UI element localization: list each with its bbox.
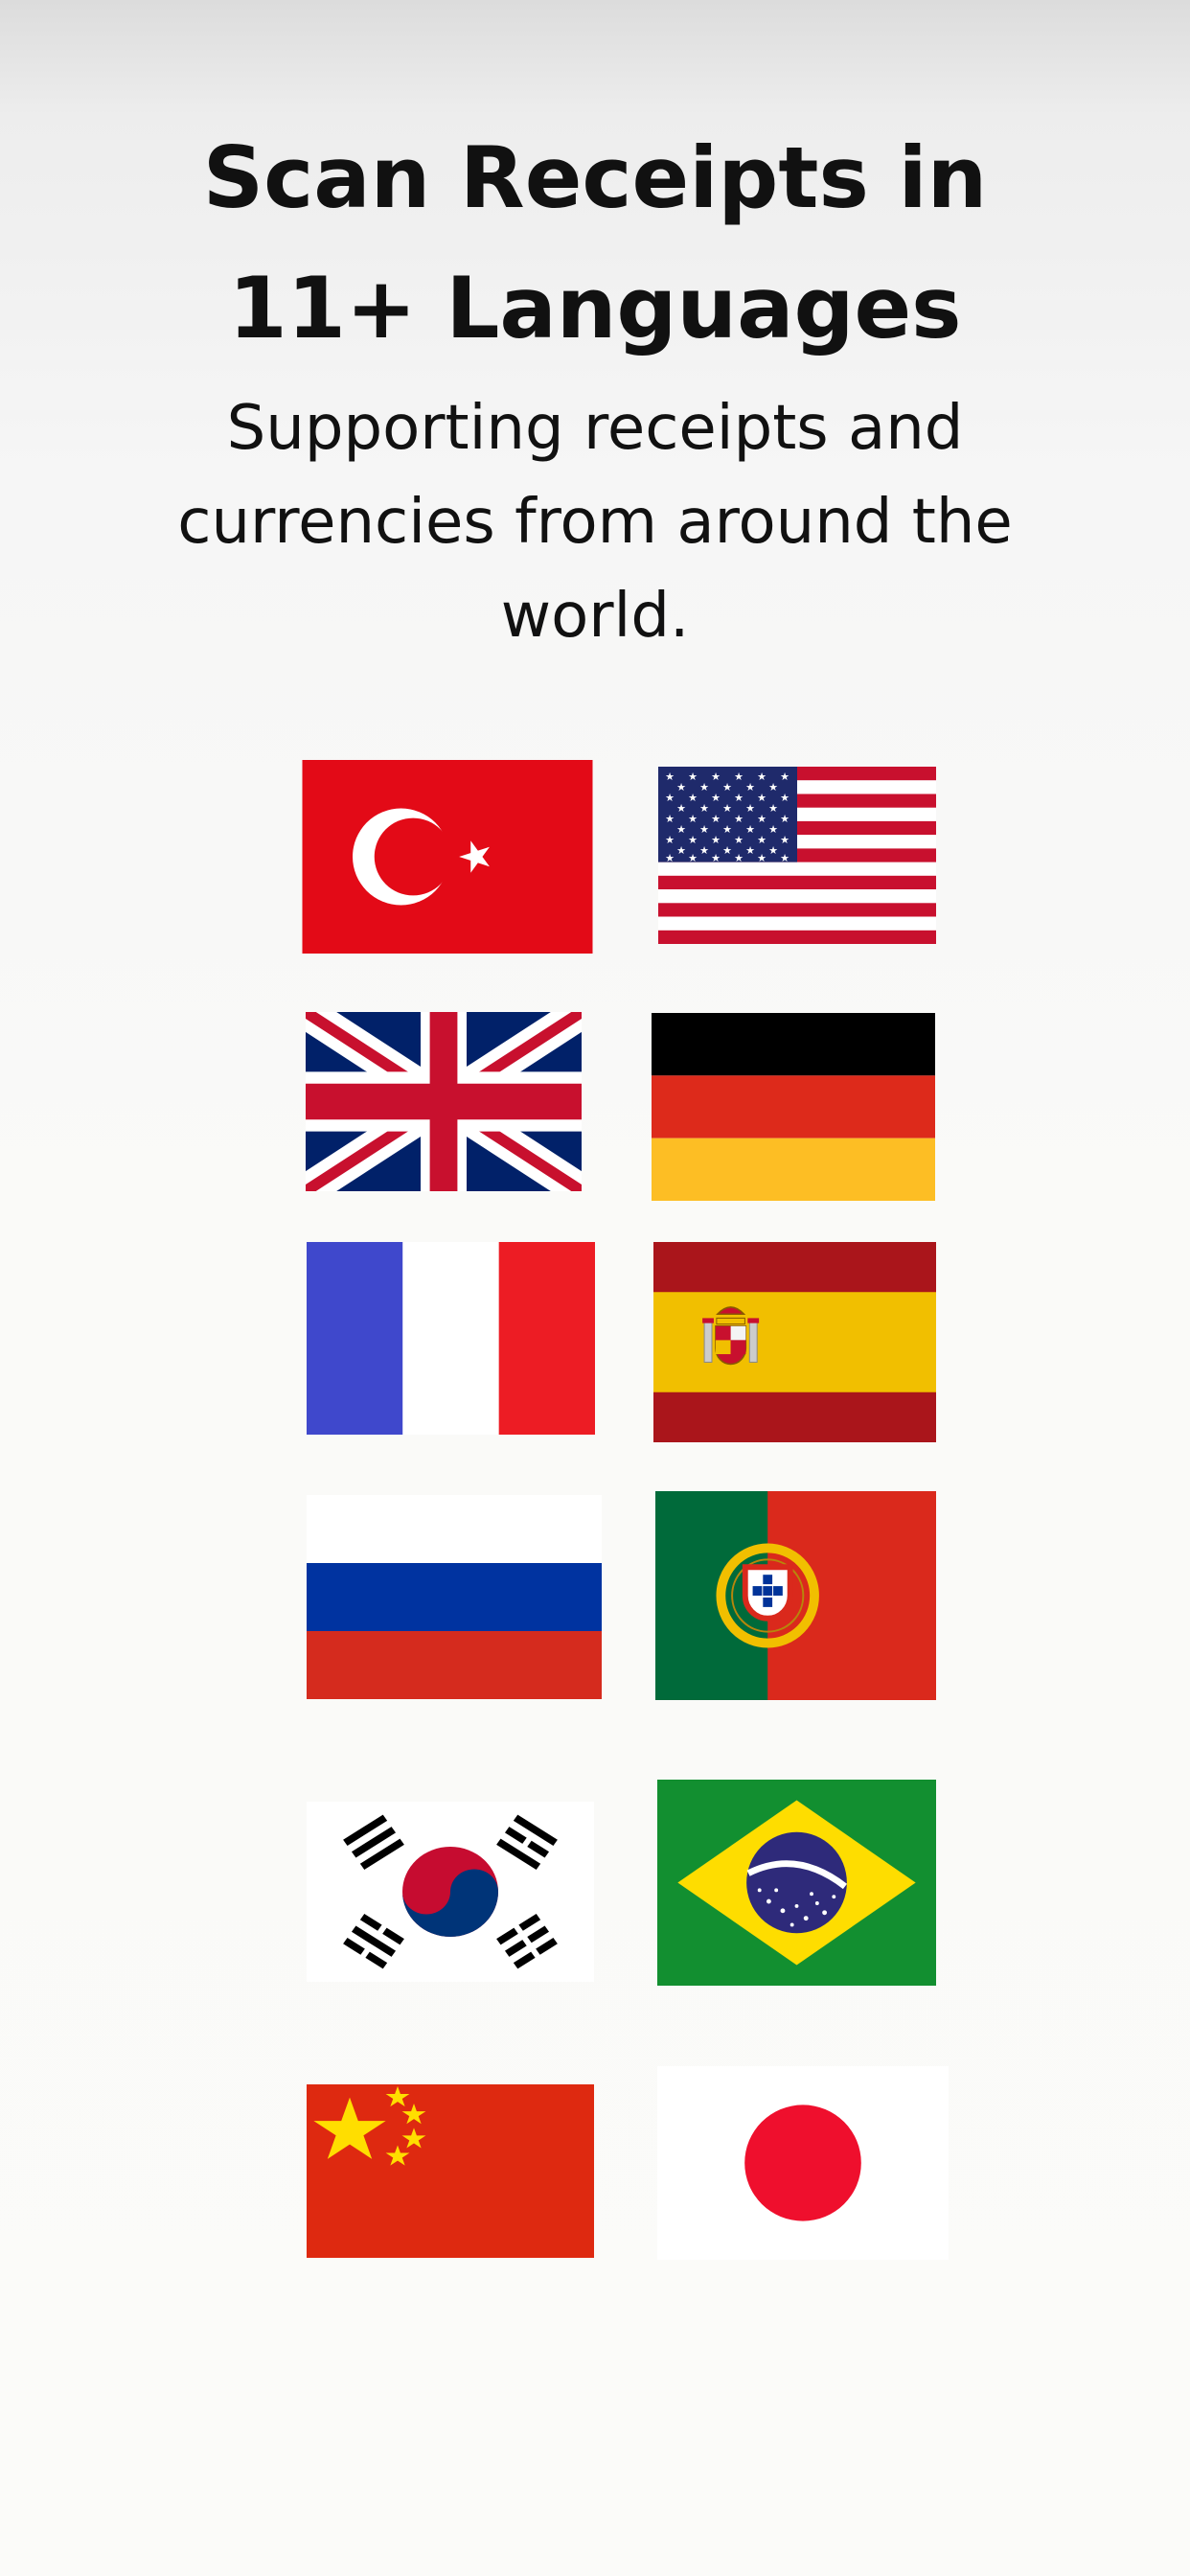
svg-text:★: ★ [722, 802, 732, 815]
south-korea-flag-icon [307, 1802, 594, 1982]
svg-text:★: ★ [665, 770, 675, 783]
svg-text:★: ★ [780, 813, 790, 825]
svg-text:★: ★ [780, 792, 790, 804]
svg-text:★: ★ [688, 852, 698, 864]
svg-text:★: ★ [711, 792, 721, 804]
svg-text:★: ★ [676, 844, 686, 857]
turkey-flag-icon [302, 760, 593, 954]
svg-text:★: ★ [757, 813, 767, 825]
svg-text:★: ★ [722, 844, 732, 857]
russia-flag-icon [307, 1495, 602, 1699]
svg-text:★: ★ [734, 770, 744, 783]
svg-text:★: ★ [768, 844, 778, 857]
svg-text:★: ★ [734, 792, 744, 804]
page-subtitle: Supporting receipts and currencies from … [177, 393, 1013, 652]
svg-text:★: ★ [676, 823, 686, 836]
svg-text:★: ★ [734, 834, 744, 846]
svg-text:★: ★ [722, 823, 732, 836]
svg-text:★: ★ [676, 781, 686, 794]
svg-text:★: ★ [745, 823, 755, 836]
svg-text:★: ★ [711, 770, 721, 783]
svg-text:★: ★ [711, 834, 721, 846]
svg-text:★: ★ [699, 823, 709, 836]
svg-text:★: ★ [757, 852, 767, 864]
france-flag-icon [307, 1242, 595, 1435]
svg-text:★: ★ [780, 852, 790, 864]
svg-text:★: ★ [688, 792, 698, 804]
svg-text:★: ★ [665, 852, 675, 864]
title-line-2: 11+ Languages [228, 259, 962, 357]
svg-text:★: ★ [768, 823, 778, 836]
svg-text:★: ★ [688, 813, 698, 825]
china-flag-icon [307, 2084, 594, 2258]
uk-flag-icon [306, 1012, 582, 1191]
svg-text:★: ★ [768, 802, 778, 815]
svg-text:★: ★ [699, 844, 709, 857]
usa-flag-icon: ★ ★ ★ ★ ★ ★ ★ ★ ★ ★ ★ ★ ★ ★ ★ ★ ★ ★ ★ ★ ★ ★ ★ ★ ★ ★ ★ ★ ★ ★ ★ ★ ★ ★… [658, 767, 936, 944]
svg-text:★: ★ [699, 802, 709, 815]
brazil-flag-icon [657, 1780, 936, 1986]
svg-text:★: ★ [722, 781, 732, 794]
page-title: Scan Receipts in 11+ Languages [0, 113, 1190, 374]
svg-text:★: ★ [780, 770, 790, 783]
svg-text:★: ★ [757, 834, 767, 846]
title-line-1: Scan Receipts in [202, 128, 988, 227]
svg-text:★: ★ [665, 813, 675, 825]
svg-text:★: ★ [745, 802, 755, 815]
svg-text:★: ★ [734, 852, 744, 864]
svg-text:★: ★ [734, 813, 744, 825]
svg-text:★: ★ [688, 770, 698, 783]
svg-text:★: ★ [757, 792, 767, 804]
japan-flag-icon [657, 2066, 949, 2260]
svg-text:★: ★ [768, 781, 778, 794]
svg-text:★: ★ [745, 844, 755, 857]
svg-text:★: ★ [665, 834, 675, 846]
svg-text:★: ★ [711, 852, 721, 864]
svg-text:★: ★ [688, 834, 698, 846]
svg-text:★: ★ [665, 792, 675, 804]
germany-flag-icon [652, 1013, 935, 1201]
svg-text:★: ★ [780, 834, 790, 846]
svg-text:★: ★ [757, 770, 767, 783]
svg-text:★: ★ [711, 813, 721, 825]
spain-flag-icon [653, 1242, 936, 1442]
svg-text:★: ★ [745, 781, 755, 794]
portugal-flag-icon [655, 1491, 936, 1700]
svg-text:★: ★ [676, 802, 686, 815]
svg-text:★: ★ [699, 781, 709, 794]
